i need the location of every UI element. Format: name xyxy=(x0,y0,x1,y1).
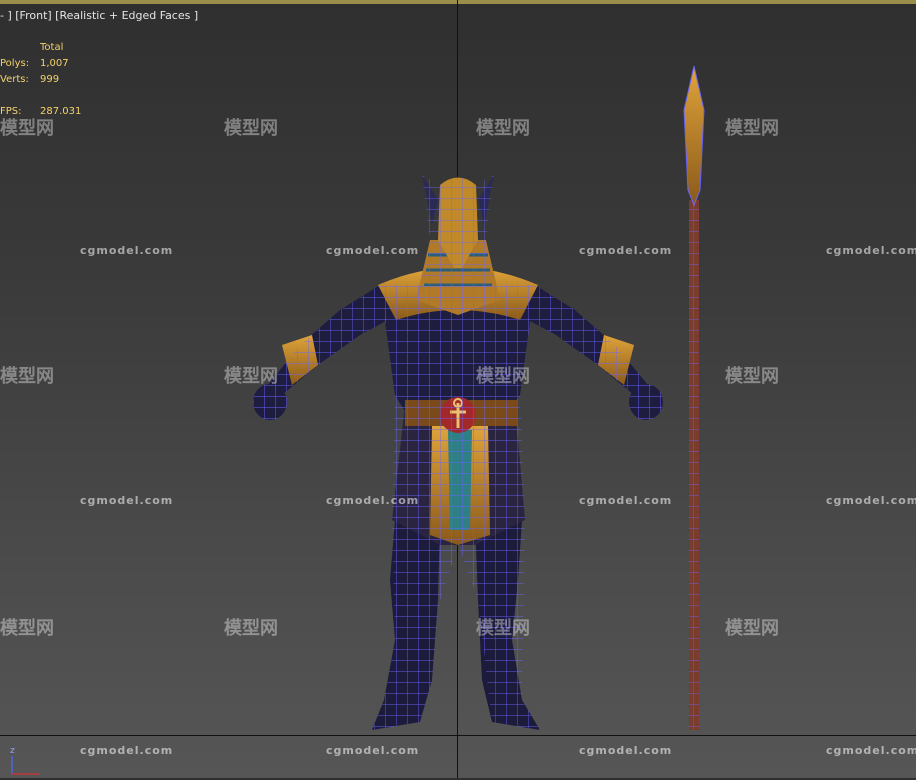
watermark-en: cgmodel.com xyxy=(80,744,174,757)
watermark-cn: 模型网 xyxy=(476,118,530,139)
watermark-en: cgmodel.com xyxy=(826,744,916,757)
watermark-en: cgmodel.com xyxy=(80,244,174,257)
spear[interactable] xyxy=(683,65,705,730)
watermark-cn: 模型网 xyxy=(0,118,54,139)
axis-gizmo: z xyxy=(4,746,44,776)
watermark-en: cgmodel.com xyxy=(326,744,420,757)
watermark-en: cgmodel.com xyxy=(80,494,174,507)
watermark-cn: 模型网 xyxy=(224,618,278,639)
watermark-cn: 模型网 xyxy=(0,366,54,387)
viewport-front[interactable]: - ] [Front] [Realistic + Edged Faces ] T… xyxy=(0,0,916,778)
watermark-en: cgmodel.com xyxy=(826,494,916,507)
watermark-cn: 模型网 xyxy=(476,618,530,639)
watermark-cn: 模型网 xyxy=(725,618,779,639)
watermark-cn: 模型网 xyxy=(0,618,54,639)
watermark-cn: 模型网 xyxy=(224,118,278,139)
axis-z-label: z xyxy=(10,746,15,756)
watermark-en: cgmodel.com xyxy=(826,244,916,257)
watermark-en: cgmodel.com xyxy=(579,744,673,757)
watermark-cn: 模型网 xyxy=(725,366,779,387)
watermark-en: cgmodel.com xyxy=(579,244,673,257)
watermark-en: cgmodel.com xyxy=(579,494,673,507)
watermark-en: cgmodel.com xyxy=(326,494,420,507)
watermark-cn: 模型网 xyxy=(725,118,779,139)
watermark-cn: 模型网 xyxy=(476,366,530,387)
watermark-cn: 模型网 xyxy=(224,366,278,387)
watermark-en: cgmodel.com xyxy=(326,244,420,257)
character-anubis[interactable] xyxy=(253,175,663,730)
spear-tip xyxy=(684,66,704,205)
